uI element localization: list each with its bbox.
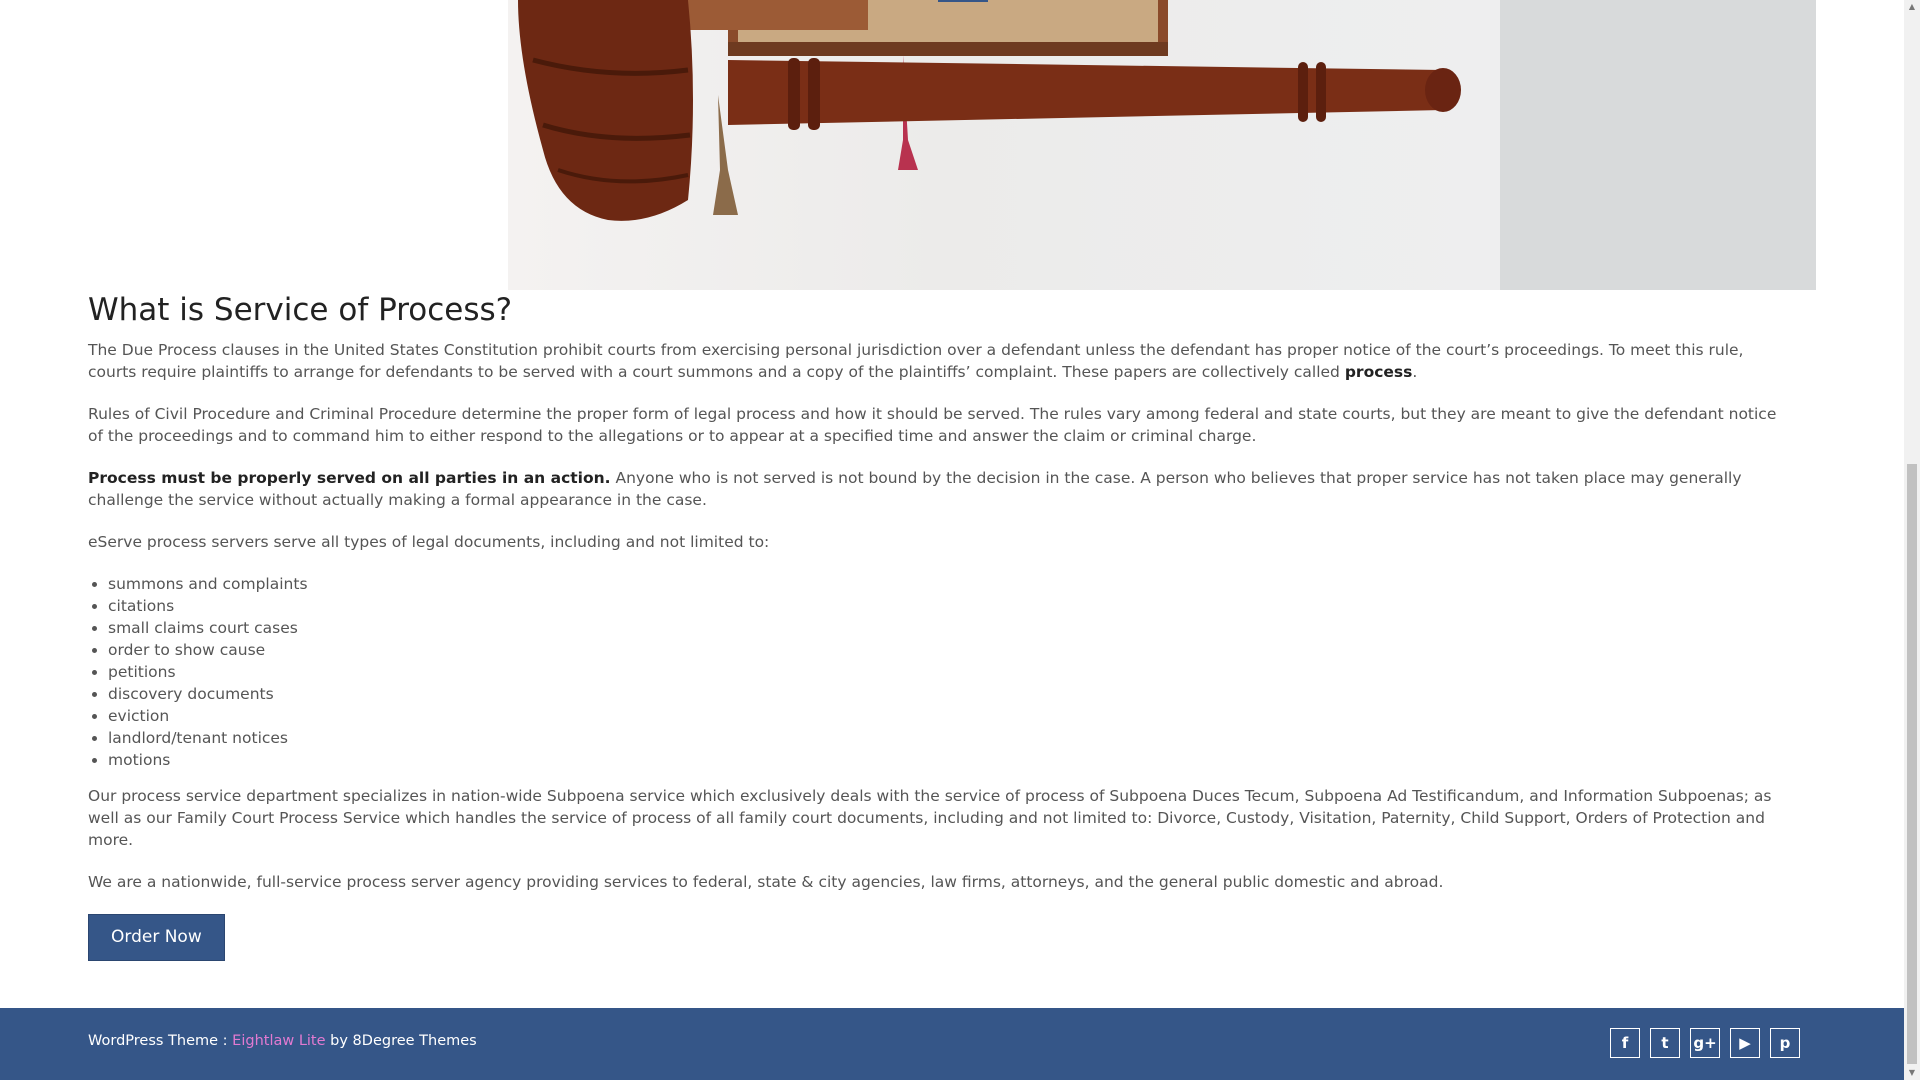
theme-link[interactable]: Eightlaw Lite <box>232 1033 325 1049</box>
list-item: summons and complaints <box>108 573 1788 595</box>
youtube-icon[interactable]: ▶ <box>1730 1028 1760 1058</box>
document-list: summons and complaints citations small c… <box>88 573 1788 771</box>
article-content: What is Service of Process? The Due Proc… <box>88 290 1788 961</box>
list-item: motions <box>108 749 1788 771</box>
list-item: landlord/tenant notices <box>108 727 1788 749</box>
list-item: petitions <box>108 661 1788 683</box>
paragraph-document-types: eServe process servers serve all types o… <box>88 533 770 551</box>
book-spine <box>728 42 1168 56</box>
paragraph-due-process: The Due Process clauses in the United St… <box>88 339 1788 383</box>
gavel-head <box>518 0 693 221</box>
paragraph-properly-served: Process must be properly served on all p… <box>88 467 1788 511</box>
page-scrollbar[interactable]: ▲ ▼ <box>1904 0 1920 1080</box>
paragraph-nationwide: We are a nationwide, full-service proces… <box>88 873 1444 891</box>
pinterest-icon[interactable]: p <box>1770 1028 1800 1058</box>
list-item: citations <box>108 595 1788 617</box>
gavel-handle <box>728 60 1451 125</box>
gavel-illustration <box>518 0 1461 221</box>
hero-image <box>88 0 1816 290</box>
list-item: discovery documents <box>108 683 1788 705</box>
twitter-icon[interactable]: t <box>1650 1028 1680 1058</box>
footer-prefix: WordPress Theme : <box>88 1033 233 1049</box>
google-plus-icon[interactable]: g+ <box>1690 1028 1720 1058</box>
facebook-icon[interactable]: f <box>1610 1028 1640 1058</box>
footer-credits: WordPress Theme : Eightlaw Lite by 8Degr… <box>88 1033 477 1049</box>
bookmark-ribbon <box>938 0 988 2</box>
site-footer: WordPress Theme : Eightlaw Lite by 8Degr… <box>0 1008 1904 1080</box>
page: What is Service of Process? The Due Proc… <box>0 0 1920 1080</box>
scroll-up-arrow-icon[interactable]: ▲ <box>1904 0 1920 14</box>
paragraph-subpoena-service: Our process service department specializ… <box>88 787 1772 849</box>
paragraph-bold: Process must be properly served on all p… <box>88 469 611 487</box>
handle-ring <box>1316 62 1326 122</box>
footer-suffix: by 8Degree Themes <box>325 1033 477 1049</box>
list-item: order to show cause <box>108 639 1788 661</box>
handle-ring <box>808 58 820 130</box>
gavel-handle-end <box>1425 68 1461 112</box>
paragraph-end: . <box>1412 363 1418 381</box>
handle-ring <box>788 58 800 130</box>
handle-ring <box>1298 62 1308 122</box>
paragraph-text: The Due Process clauses in the United St… <box>88 341 1744 381</box>
page-title: What is Service of Process? <box>88 292 513 328</box>
order-now-button[interactable]: Order Now <box>88 914 225 961</box>
list-item: small claims court cases <box>108 617 1788 639</box>
paragraph-rules: Rules of Civil Procedure and Criminal Pr… <box>88 405 1777 445</box>
social-links: f t g+ ▶ p <box>1610 1028 1800 1058</box>
scrollbar-thumb[interactable] <box>1907 464 1917 1064</box>
scroll-down-arrow-icon[interactable]: ▼ <box>1904 1066 1920 1080</box>
list-item: eviction <box>108 705 1788 727</box>
paragraph-bold: process <box>1344 363 1413 381</box>
